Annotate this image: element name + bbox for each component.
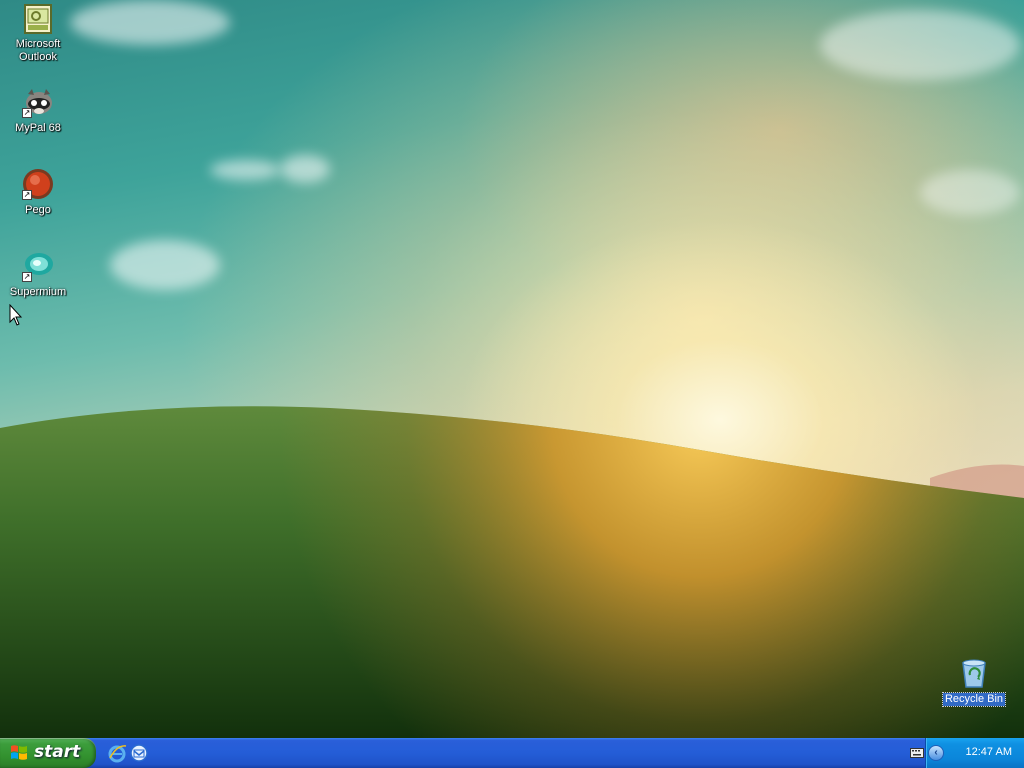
desktop[interactable]: Microsoft Outlook ↗ MyPal 68 ↗ Pego ↗ Su…: [0, 0, 1024, 738]
desktop-icon-outlook[interactable]: Microsoft Outlook: [0, 3, 76, 65]
desktop-icon-label: Supermium: [9, 286, 67, 298]
supermium-icon: ↗: [22, 250, 54, 282]
desktop-icon-supermium[interactable]: ↗ Supermium: [0, 250, 76, 300]
desktop-icon-recycle-bin[interactable]: Recycle Bin: [936, 657, 1012, 707]
internet-explorer-icon[interactable]: [107, 743, 127, 763]
system-tray: ‹ 12:47 AM: [925, 738, 1024, 768]
desktop-icon-label: Pego: [25, 204, 51, 216]
mouse-cursor-icon: [9, 304, 23, 326]
hill-landscape: [0, 406, 1024, 738]
start-label: start: [34, 742, 81, 762]
show-hidden-icons-chevron[interactable]: ‹: [928, 745, 944, 761]
start-button[interactable]: start: [0, 738, 96, 768]
shortcut-arrow-icon: ↗: [22, 272, 32, 282]
shortcut-arrow-icon: ↗: [22, 108, 32, 118]
desktop-icon-mypal[interactable]: ↗ MyPal 68: [0, 86, 76, 136]
desktop-icon-label: Microsoft Outlook: [15, 38, 61, 63]
desktop-icon-label: MyPal 68: [15, 122, 61, 134]
recycle-bin-icon: [958, 657, 990, 689]
mypal-icon: ↗: [22, 86, 54, 118]
shortcut-arrow-icon: ↗: [22, 190, 32, 200]
desktop-icon-pego[interactable]: ↗ Pego: [0, 168, 76, 218]
pego-icon: ↗: [22, 168, 54, 200]
outlook-icon: [22, 3, 54, 35]
desktop-icon-label: Recycle Bin: [941, 692, 1007, 707]
windows-logo-icon: [11, 745, 27, 760]
keyboard-icon[interactable]: [910, 748, 924, 758]
clock[interactable]: 12:47 AM: [966, 746, 1012, 758]
taskbar: start ‹ 12:47 AM: [0, 738, 1024, 768]
outlook-express-icon[interactable]: [129, 743, 149, 763]
